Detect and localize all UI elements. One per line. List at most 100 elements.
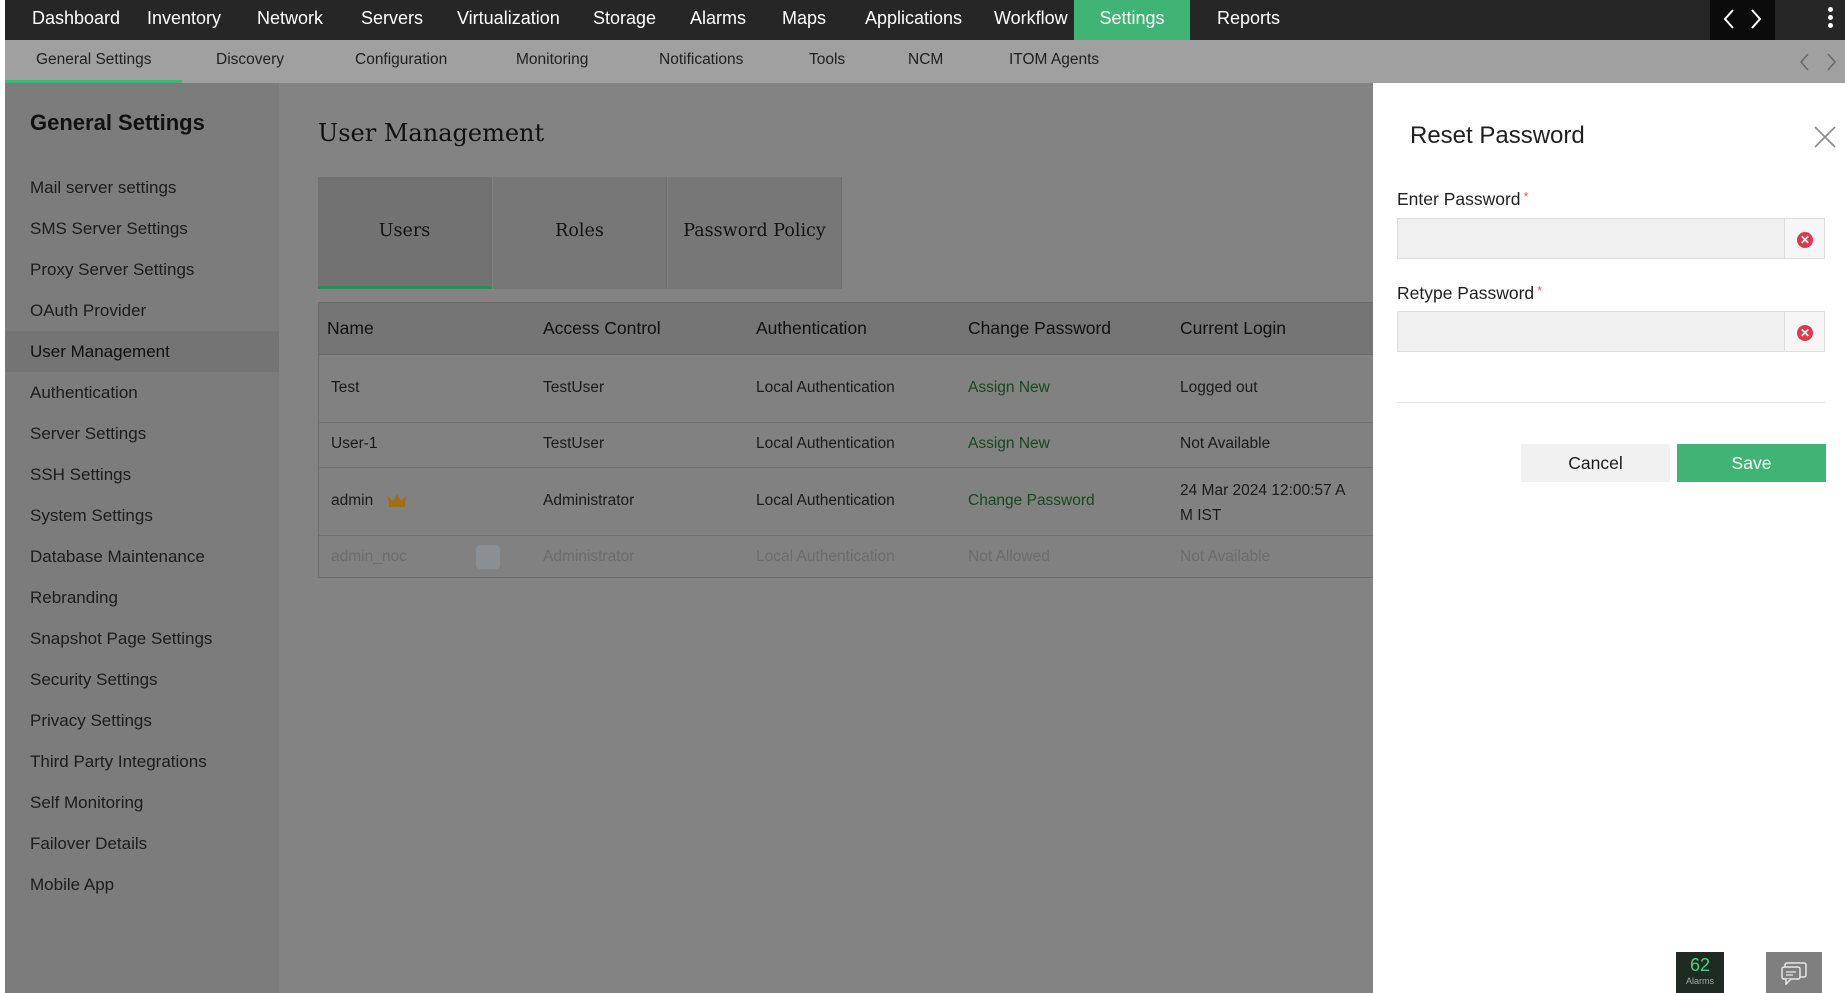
sidebar-item-server-settings[interactable]: Server Settings bbox=[5, 413, 279, 454]
reset-password-panel: Reset Password Enter Password * ✕ Retype … bbox=[1373, 83, 1845, 993]
subnav-general-settings[interactable]: General Settings bbox=[5, 40, 183, 83]
settings-sidebar: General Settings Mail server settings SM… bbox=[5, 83, 279, 993]
close-icon[interactable] bbox=[1813, 125, 1837, 149]
status-badge bbox=[476, 545, 500, 569]
column-header-access-control[interactable]: Access Control bbox=[543, 307, 661, 349]
cell-current-login: Logged out bbox=[1180, 379, 1258, 396]
subnav-ncm[interactable]: NCM bbox=[877, 40, 974, 83]
subnav-monitoring[interactable]: Monitoring bbox=[485, 40, 619, 83]
nav-scroll-arrows bbox=[1710, 0, 1775, 40]
sidebar-item-security-settings[interactable]: Security Settings bbox=[5, 659, 279, 700]
alarm-label: Alarms bbox=[1685, 976, 1714, 986]
tab-roles[interactable]: Roles bbox=[493, 177, 667, 289]
alarms-counter[interactable]: 62 Alarms bbox=[1676, 952, 1724, 993]
column-header-name[interactable]: Name bbox=[327, 307, 374, 349]
clear-icon[interactable]: ✕ bbox=[1797, 232, 1813, 248]
sidebar-item-ssh-settings[interactable]: SSH Settings bbox=[5, 454, 279, 495]
chevron-left-icon[interactable] bbox=[1722, 8, 1736, 30]
content-area: General Settings Mail server settings SM… bbox=[5, 83, 1374, 993]
retype-password-input[interactable] bbox=[1397, 311, 1785, 352]
cell-current-login: Not Available bbox=[1180, 435, 1271, 452]
cell-name: admin_noc bbox=[331, 548, 407, 565]
subnav-configuration[interactable]: Configuration bbox=[324, 40, 478, 83]
table-row: Test TestUser Local Authentication Assig… bbox=[319, 355, 1374, 423]
cancel-button[interactable]: Cancel bbox=[1521, 444, 1670, 482]
retype-password-label: Retype Password * bbox=[1397, 283, 1542, 304]
subnav-discovery[interactable]: Discovery bbox=[185, 40, 315, 83]
retype-password-label-text: Retype Password bbox=[1397, 283, 1535, 303]
cell-current-login: Not Available bbox=[1180, 548, 1271, 565]
sidebar-item-authentication[interactable]: Authentication bbox=[5, 372, 279, 413]
assign-new-link[interactable]: Assign New bbox=[968, 379, 1050, 397]
sidebar-item-oauth-provider[interactable]: OAuth Provider bbox=[5, 290, 279, 331]
required-mark: * bbox=[1523, 189, 1529, 204]
tab-password-policy[interactable]: Password Policy bbox=[668, 177, 842, 289]
save-button[interactable]: Save bbox=[1677, 444, 1826, 482]
cell-name[interactable]: Test bbox=[331, 379, 359, 397]
subnav-notifications[interactable]: Notifications bbox=[628, 40, 774, 83]
sidebar-item-mail-server[interactable]: Mail server settings bbox=[5, 167, 279, 208]
sub-navigation: General Settings Discovery Configuration… bbox=[5, 40, 1845, 83]
table-row: User-1 TestUser Local Authentication Ass… bbox=[319, 423, 1374, 468]
nav-virtualization[interactable]: Virtualization bbox=[430, 0, 587, 40]
table-row: admin_noc Administrator Local Authentica… bbox=[319, 536, 1374, 579]
cell-authentication: Local Authentication bbox=[756, 435, 895, 452]
retype-password-clear[interactable]: ✕ bbox=[1785, 311, 1825, 352]
sidebar-item-third-party[interactable]: Third Party Integrations bbox=[5, 741, 279, 782]
nav-network[interactable]: Network bbox=[230, 0, 350, 40]
required-mark: * bbox=[1537, 283, 1543, 298]
enter-password-input[interactable] bbox=[1397, 218, 1785, 259]
enter-password-label-text: Enter Password bbox=[1397, 189, 1521, 209]
sidebar-item-database-maintenance[interactable]: Database Maintenance bbox=[5, 536, 279, 577]
chat-button[interactable] bbox=[1766, 952, 1822, 993]
panel-title: Reset Password bbox=[1410, 122, 1585, 149]
cell-access-control: TestUser bbox=[543, 435, 605, 452]
cell-access-control: Administrator bbox=[543, 548, 635, 565]
sidebar-item-proxy-server[interactable]: Proxy Server Settings bbox=[5, 249, 279, 290]
cell-name[interactable]: admin bbox=[331, 492, 373, 510]
chat-icon bbox=[1781, 962, 1807, 985]
table-header: Name Access Control Authentication Chang… bbox=[319, 303, 1374, 355]
tab-users[interactable]: Users bbox=[318, 177, 492, 289]
sidebar-item-user-management[interactable]: User Management bbox=[5, 331, 279, 372]
nav-inventory[interactable]: Inventory bbox=[120, 0, 248, 40]
cell-authentication: Local Authentication bbox=[756, 492, 895, 509]
clear-icon[interactable]: ✕ bbox=[1797, 325, 1813, 341]
sidebar-item-system-settings[interactable]: System Settings bbox=[5, 495, 279, 536]
subnav-tools[interactable]: Tools bbox=[778, 40, 876, 83]
cell-access-control: Administrator bbox=[543, 492, 635, 509]
alarm-count: 62 bbox=[1689, 955, 1711, 975]
enter-password-clear[interactable]: ✕ bbox=[1785, 218, 1825, 259]
main-panel: User Management Users Roles Password Pol… bbox=[279, 83, 1374, 993]
page-title: User Management bbox=[318, 119, 545, 147]
cell-access-control: TestUser bbox=[543, 379, 605, 396]
column-header-authentication[interactable]: Authentication bbox=[756, 307, 867, 349]
more-vertical-icon[interactable] bbox=[1825, 5, 1835, 35]
chevron-right-icon[interactable] bbox=[1826, 52, 1838, 72]
cell-current-login: 24 Mar 2024 12:00:57 A M IST bbox=[1180, 482, 1345, 524]
cell-name[interactable]: User-1 bbox=[331, 435, 378, 453]
sidebar-item-mobile-app[interactable]: Mobile App bbox=[5, 864, 279, 905]
column-header-current-login[interactable]: Current Login bbox=[1180, 307, 1286, 349]
sidebar-item-self-monitoring[interactable]: Self Monitoring bbox=[5, 782, 279, 823]
subnav-itom-agents[interactable]: ITOM Agents bbox=[978, 40, 1130, 83]
assign-new-link[interactable]: Assign New bbox=[968, 435, 1050, 453]
column-header-change-password[interactable]: Change Password bbox=[968, 307, 1111, 349]
top-navigation: Dashboard Inventory Network Servers Virt… bbox=[5, 0, 1845, 40]
users-table: Name Access Control Authentication Chang… bbox=[318, 302, 1374, 579]
table-row: admin Administrator Local Authentication… bbox=[319, 468, 1374, 536]
crown-icon bbox=[388, 494, 406, 507]
sidebar-item-failover-details[interactable]: Failover Details bbox=[5, 823, 279, 864]
nav-reports[interactable]: Reports bbox=[1190, 0, 1307, 40]
change-password-link[interactable]: Change Password bbox=[968, 492, 1095, 510]
cell-authentication: Local Authentication bbox=[756, 548, 895, 565]
sidebar-item-snapshot-page[interactable]: Snapshot Page Settings bbox=[5, 618, 279, 659]
divider bbox=[1397, 402, 1825, 403]
sidebar-item-sms-server[interactable]: SMS Server Settings bbox=[5, 208, 279, 249]
chevron-left-icon[interactable] bbox=[1798, 52, 1810, 72]
sidebar-item-rebranding[interactable]: Rebranding bbox=[5, 577, 279, 618]
subnav-scroll-arrows bbox=[1790, 50, 1845, 74]
chevron-right-icon[interactable] bbox=[1749, 8, 1763, 30]
nav-settings[interactable]: Settings bbox=[1074, 0, 1190, 40]
sidebar-item-privacy-settings[interactable]: Privacy Settings bbox=[5, 700, 279, 741]
